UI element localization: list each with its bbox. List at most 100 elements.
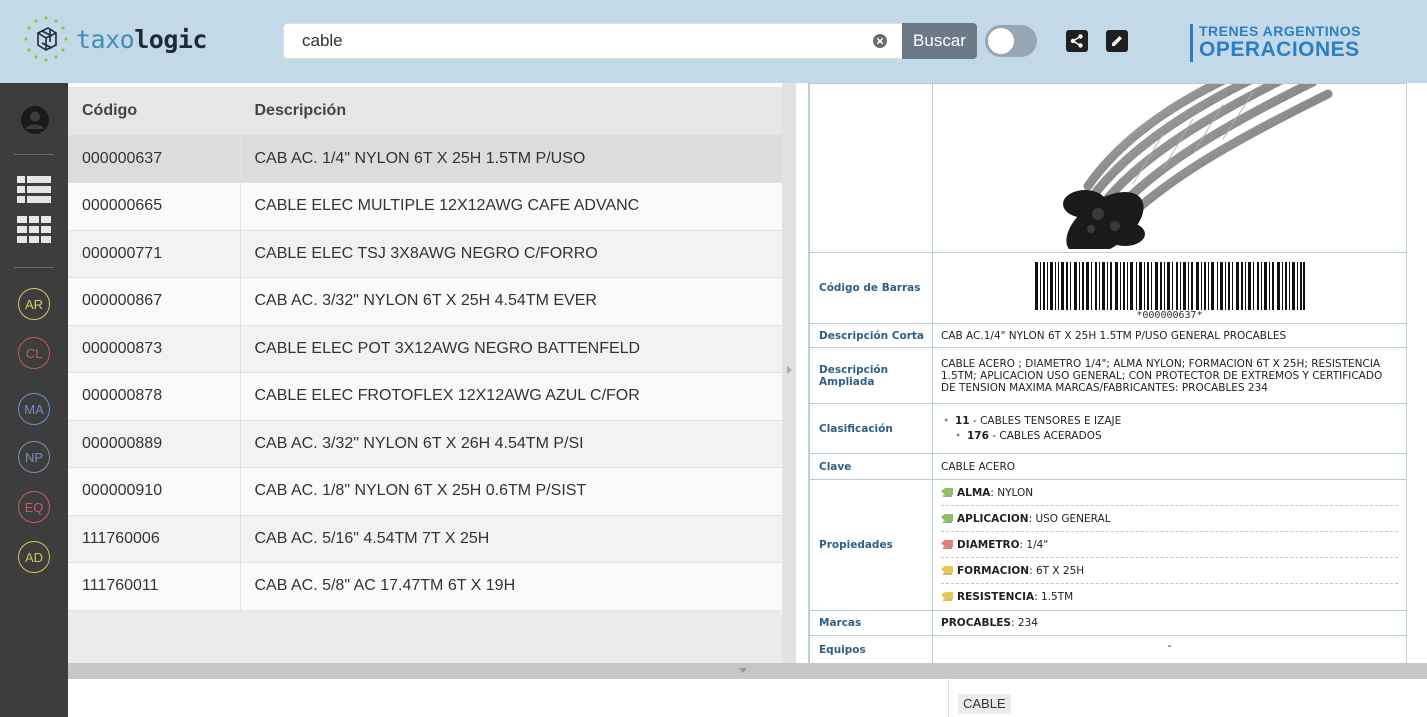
keyword-chip[interactable]: CABLE [958, 694, 1011, 714]
property-item: DIAMETRO: 1/4" [941, 532, 1398, 558]
table-row[interactable]: 000000873 CABLE ELEC POT 3X12AWG NEGRO BA… [68, 325, 782, 373]
product-image [932, 83, 1406, 253]
property-name: DIAMETRO [957, 538, 1020, 551]
logo-text-part1: taxo [76, 24, 135, 54]
detail-table: Código de Barras *000000637* Descripción… [809, 83, 1406, 663]
detail-value-brands: PROCABLES: 234 [932, 610, 1406, 636]
table-row[interactable]: 000000910 CAB AC. 1/8" NYLON 6T X 25H 0.6… [68, 467, 782, 516]
logo-cube-icon [24, 16, 68, 62]
user-icon[interactable] [20, 105, 50, 135]
sidebar-item-np[interactable]: NP [18, 441, 50, 473]
cable-photo-icon [1063, 84, 1333, 249]
cell-code: 000000910 [68, 467, 241, 516]
cell-code: 111760006 [68, 515, 241, 563]
sidebar-item-eq[interactable]: EQ [18, 491, 50, 523]
sidebar-divider [14, 154, 54, 155]
cell-description: CAB AC. 1/8" NYLON 6T X 25H 0.6TM P/SIST [240, 467, 782, 516]
table-header-row: Código Descripción [68, 87, 782, 135]
detail-row-barcode: Código de Barras *000000637* [809, 252, 1406, 324]
cell-description: CAB AC. 1/4" NYLON 6T X 25H 1.5TM P/USO [240, 135, 782, 183]
search-box [283, 23, 903, 59]
vertical-splitter[interactable] [782, 83, 796, 663]
tag-icon [941, 539, 953, 549]
share-icon[interactable] [1066, 30, 1088, 52]
cell-code: 000000878 [68, 372, 241, 421]
detail-label-properties: Propiedades [809, 479, 933, 611]
property-value: : 1.5TM [1034, 591, 1074, 603]
detail-value-classification: 11 - CABLES TENSORES E IZAJE 176 - CABLE… [932, 403, 1406, 454]
detail-label-key: Clave [809, 453, 933, 480]
view-toggle[interactable] [985, 25, 1037, 57]
detail-value-key: CABLE ACERO [932, 453, 1406, 480]
bottom-panel: CABLE [68, 679, 1427, 717]
cell-code: 000000873 [68, 325, 241, 373]
list-view-icon[interactable] [17, 176, 51, 204]
table-row[interactable]: 000000889 CAB AC. 3/32" NYLON 6T X 26H 4.… [68, 420, 782, 468]
cell-description: CABLE ELEC TSJ 3X8AWG NEGRO C/FORRO [240, 230, 782, 278]
horizontal-splitter[interactable] [68, 663, 1427, 679]
search-button[interactable]: Buscar [902, 23, 977, 59]
property-name: ALMA [957, 486, 991, 499]
splitter-arrow-down-icon[interactable] [739, 668, 747, 673]
detail-row-short-desc: Descripción Corta CAB AC.1/4" NYLON 6T X… [809, 323, 1406, 348]
brand-name: PROCABLES [941, 617, 1011, 629]
detail-row-properties: Propiedades ALMA: NYLON APLICACION: USO … [809, 479, 1406, 611]
detail-label-brands: Marcas [809, 610, 933, 636]
classification-code: 11 [955, 414, 970, 427]
cell-description: CABLE ELEC POT 3X12AWG NEGRO BATTENFELD [240, 325, 782, 373]
logo-text: taxologic [76, 25, 207, 54]
detail-label-equipment: Equipos [809, 635, 933, 663]
grid-view-icon[interactable] [17, 216, 51, 244]
cell-description: CABLE ELEC MULTIPLE 12X12AWG CAFE ADVANC [240, 182, 782, 231]
table-row[interactable]: 000000665 CABLE ELEC MULTIPLE 12X12AWG CA… [68, 182, 782, 231]
property-name: RESISTENCIA [957, 591, 1035, 603]
table-row[interactable]: 000000878 CABLE ELEC FROTOFLEX 12X12AWG A… [68, 372, 782, 421]
brand-top-text: TRENES ARGENTINOS [1199, 23, 1361, 39]
results-panel: Código Descripción 000000637 CAB AC. 1/4"… [68, 87, 782, 663]
cell-code: 000000665 [68, 182, 241, 231]
table-row[interactable]: 111760006 CAB AC. 5/16" 4.54TM 7T X 25H [68, 515, 782, 563]
sidebar-item-cl[interactable]: CL [18, 337, 50, 369]
property-name: APLICACION [957, 512, 1029, 525]
classification-code: 176 [967, 429, 989, 442]
detail-value-short-desc: CAB AC.1/4" NYLON 6T X 25H 1.5TM P/USO G… [932, 323, 1406, 348]
barcode-icon [1034, 261, 1305, 310]
detail-label-long-desc: Descripción Ampliada [809, 347, 933, 404]
column-header-description[interactable]: Descripción [240, 87, 782, 135]
search-input[interactable] [284, 24, 844, 58]
brand-logo: TRENES ARGENTINOS OPERACIONES [1190, 24, 1361, 62]
detail-row-image [809, 83, 1406, 253]
detail-label-short-desc: Descripción Corta [809, 323, 933, 348]
table-row[interactable]: 000000637 CAB AC. 1/4" NYLON 6T X 25H 1.5… [68, 135, 782, 183]
table-row[interactable]: 000000771 CABLE ELEC TSJ 3X8AWG NEGRO C/F… [68, 230, 782, 278]
cell-description: CAB AC. 5/8" AC 17.47TM 6T X 19H [240, 562, 782, 611]
classification-item[interactable]: 11 - CABLES TENSORES E IZAJE [941, 414, 1398, 429]
column-header-code[interactable]: Código [68, 87, 241, 135]
toggle-knob [988, 28, 1014, 54]
table-row[interactable]: 000000867 CAB AC. 3/32" NYLON 6T X 25H 4.… [68, 277, 782, 326]
detail-value-properties: ALMA: NYLON APLICACION: USO GENERAL DIAM… [932, 479, 1406, 611]
brand-value: : 234 [1010, 617, 1038, 629]
tag-icon [941, 513, 953, 523]
detail-label-empty [809, 83, 933, 253]
sidebar-item-ma[interactable]: MA [18, 393, 50, 425]
cell-code: 000000889 [68, 420, 241, 468]
splitter-arrow-icon[interactable] [787, 366, 792, 374]
classification-item[interactable]: 176 - CABLES ACERADOS [953, 429, 1398, 444]
sidebar-item-ad[interactable]: AD [18, 541, 50, 573]
bottom-divider [948, 679, 949, 717]
cell-description: CABLE ELEC FROTOFLEX 12X12AWG AZUL C/FOR [240, 372, 782, 421]
tag-icon [941, 592, 953, 601]
property-value: : NYLON [990, 486, 1034, 499]
sidebar: AR CL MA NP EQ AD [0, 83, 68, 717]
logo[interactable]: taxologic [22, 15, 207, 63]
detail-row-brands: Marcas PROCABLES: 234 [809, 610, 1406, 636]
table-row[interactable]: 111760011 CAB AC. 5/8" AC 17.47TM 6T X 19… [68, 562, 782, 611]
detail-value-equipment: - [932, 635, 1406, 663]
property-value: : 6T X 25H [1029, 564, 1085, 577]
edit-icon[interactable] [1106, 30, 1128, 52]
clear-search-icon[interactable] [872, 33, 888, 49]
logo-text-part2: logic [134, 24, 207, 54]
classification-name: - CABLES TENSORES E IZAJE [969, 414, 1122, 427]
sidebar-item-ar[interactable]: AR [18, 288, 50, 320]
